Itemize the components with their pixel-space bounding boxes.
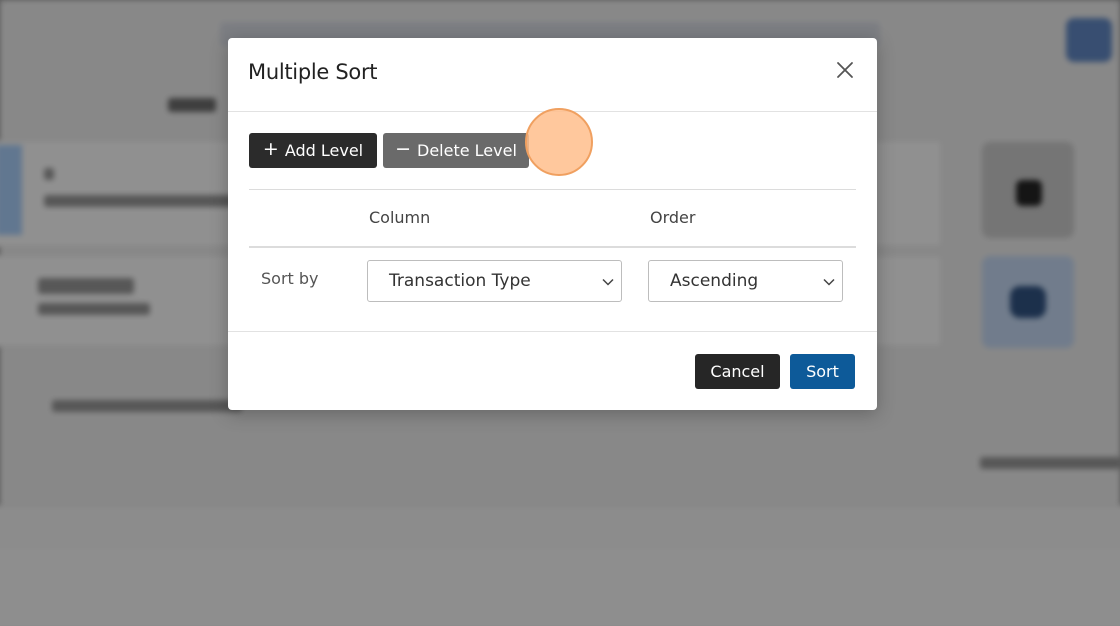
column-select[interactable]: Transaction Type bbox=[367, 260, 622, 302]
dialog-footer: Cancel Sort bbox=[228, 331, 877, 411]
delete-level-button[interactable]: − Delete Level bbox=[383, 133, 529, 168]
column-header: Column bbox=[369, 208, 431, 227]
dialog-title: Multiple Sort bbox=[248, 60, 378, 84]
close-button[interactable] bbox=[831, 56, 859, 84]
table-header-row: Column Order bbox=[249, 190, 856, 248]
plus-icon: + bbox=[262, 138, 279, 160]
order-header: Order bbox=[650, 208, 696, 227]
order-select-value: Ascending bbox=[670, 271, 759, 291]
dialog-header: Multiple Sort bbox=[228, 38, 877, 112]
add-level-button[interactable]: + Add Level bbox=[249, 133, 377, 168]
table-row: Sort by Transaction Type Ascending bbox=[249, 248, 856, 332]
delete-level-label: Delete Level bbox=[417, 141, 517, 160]
chevron-down-icon bbox=[823, 278, 835, 286]
click-indicator bbox=[525, 108, 593, 176]
sort-button[interactable]: Sort bbox=[790, 354, 855, 389]
column-select-value: Transaction Type bbox=[389, 271, 531, 291]
sort-levels-table: Column Order Sort by Transaction Type As… bbox=[249, 189, 856, 332]
chevron-down-icon bbox=[602, 278, 614, 286]
sort-by-label: Sort by bbox=[261, 269, 319, 288]
minus-icon: − bbox=[395, 138, 412, 160]
multiple-sort-dialog: Multiple Sort + Add Level − Delete Level… bbox=[228, 38, 877, 410]
cancel-button[interactable]: Cancel bbox=[695, 354, 780, 389]
add-level-label: Add Level bbox=[284, 141, 364, 160]
order-select[interactable]: Ascending bbox=[648, 260, 843, 302]
close-icon bbox=[837, 62, 853, 78]
